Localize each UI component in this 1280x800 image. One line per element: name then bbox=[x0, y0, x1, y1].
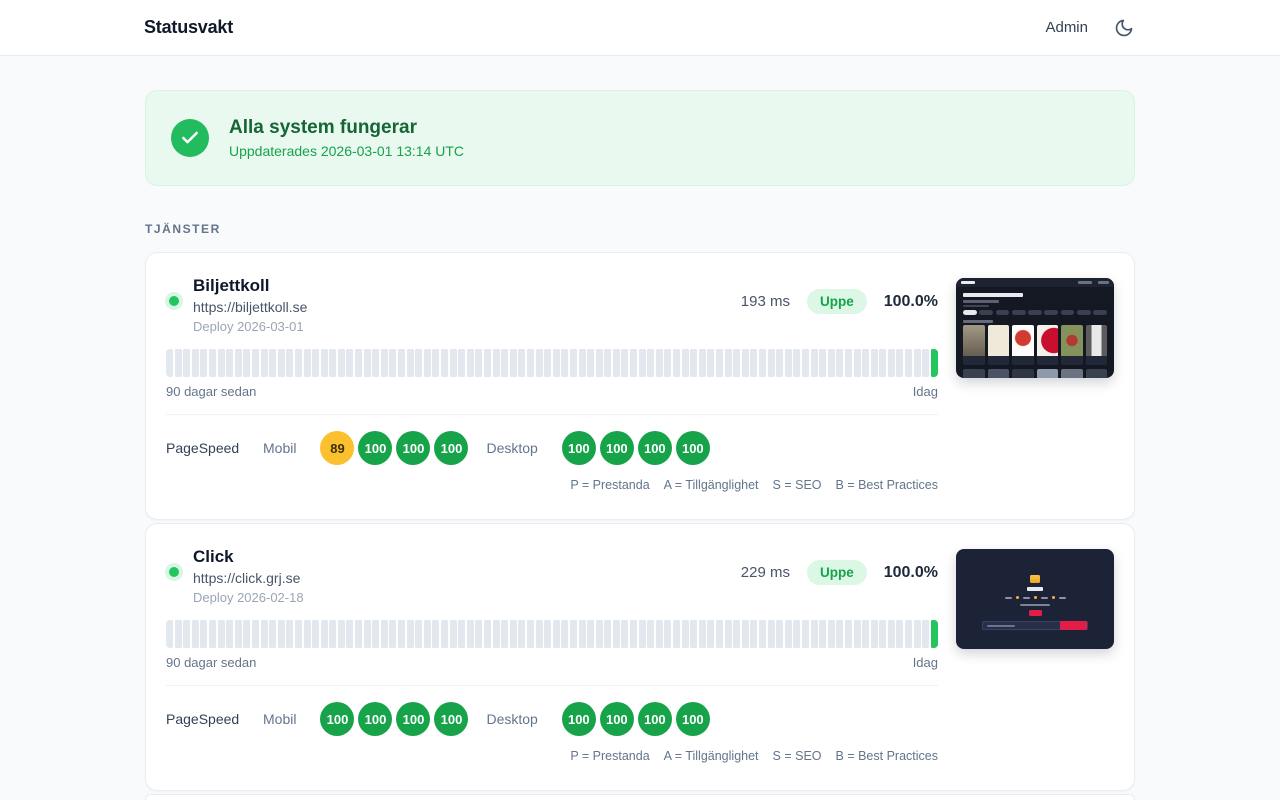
thumb-poster-grid bbox=[963, 325, 1107, 365]
card-divider bbox=[166, 685, 938, 686]
thumb-heading bbox=[963, 293, 1023, 297]
status-up-dot bbox=[169, 296, 179, 306]
pagespeed-score-mobile-p: 89 bbox=[320, 431, 355, 465]
pagespeed-score-mobile-b: 100 bbox=[434, 702, 469, 736]
system-status-banner: Alla system fungerar Uppdaterades 2026-0… bbox=[145, 90, 1135, 186]
pagespeed-score-desktop-a: 100 bbox=[599, 702, 634, 736]
uptime-percentage: 100.0% bbox=[883, 292, 938, 310]
pagespeed-score-desktop-s: 100 bbox=[637, 702, 672, 736]
pagespeed-legend: P = Prestanda A = Tillgänglighet S = SEO… bbox=[166, 749, 938, 763]
thumb-section-label bbox=[963, 320, 993, 323]
mobile-score-group: 89 100 100 100 bbox=[320, 431, 469, 465]
pagespeed-label: PageSpeed bbox=[166, 440, 240, 456]
banner-updated-timestamp: Uppdaterades 2026-03-01 13:14 UTC bbox=[229, 143, 465, 159]
check-icon bbox=[171, 119, 209, 157]
desktop-score-group: 100 100 100 100 bbox=[561, 431, 710, 465]
uptime-range-start-label: 90 dagar sedan bbox=[166, 655, 257, 670]
mobile-label: Mobil bbox=[263, 440, 297, 456]
mobile-label: Mobil bbox=[263, 711, 297, 727]
service-name: Biljettkoll bbox=[193, 276, 270, 295]
pagespeed-score-mobile-b: 100 bbox=[434, 431, 469, 465]
service-card-partial bbox=[145, 794, 1135, 800]
thumb-title bbox=[1027, 587, 1043, 591]
status-badge: Uppe bbox=[806, 560, 867, 585]
service-deploy-date: Deploy 2026-02-18 bbox=[193, 590, 304, 605]
service-card-list: Biljettkoll https://biljettkoll.se Deplo… bbox=[145, 252, 1135, 800]
desktop-score-group: 100 100 100 100 bbox=[561, 702, 710, 736]
service-url-link[interactable]: https://biljettkoll.se bbox=[193, 299, 307, 315]
service-card: Click https://click.grj.se Deploy 2026-0… bbox=[145, 523, 1135, 791]
pagespeed-score-desktop-a: 100 bbox=[599, 431, 634, 465]
thumb-subtext bbox=[963, 305, 989, 307]
legend-item: S = SEO bbox=[772, 749, 822, 763]
service-thumbnail[interactable] bbox=[956, 278, 1114, 378]
pagespeed-score-mobile-a: 100 bbox=[358, 431, 393, 465]
thumb-input-bar bbox=[982, 621, 1088, 630]
pagespeed-score-desktop-s: 100 bbox=[637, 431, 672, 465]
thumb-poster-grid-row2 bbox=[963, 369, 1107, 378]
uptime-range-end-label: Idag bbox=[912, 655, 938, 670]
pagespeed-label: PageSpeed bbox=[166, 711, 240, 727]
pagespeed-score-desktop-b: 100 bbox=[675, 702, 710, 736]
uptime-history-bars bbox=[166, 349, 938, 377]
service-thumbnail[interactable] bbox=[956, 549, 1114, 649]
pagespeed-score-desktop-p: 100 bbox=[561, 431, 596, 465]
service-name: Click bbox=[193, 547, 234, 566]
thumb-filter-chips bbox=[963, 310, 1108, 315]
thumb-logo bbox=[1030, 575, 1040, 583]
top-bar: Statusvakt Admin bbox=[0, 0, 1280, 56]
legend-item: B = Best Practices bbox=[835, 478, 938, 492]
thumb-subtext bbox=[1020, 604, 1050, 606]
thumb-button bbox=[1028, 610, 1042, 616]
legend-item: B = Best Practices bbox=[835, 749, 938, 763]
legend-item: S = SEO bbox=[772, 478, 822, 492]
card-divider bbox=[166, 414, 938, 415]
services-section-label: TJÄNSTER bbox=[145, 222, 221, 236]
uptime-percentage: 100.0% bbox=[883, 563, 938, 581]
uptime-range-start-label: 90 dagar sedan bbox=[166, 384, 257, 399]
response-time: 229 ms bbox=[740, 564, 790, 581]
legend-item: P = Prestanda bbox=[570, 478, 650, 492]
main-content: Alla system fungerar Uppdaterades 2026-0… bbox=[145, 90, 1135, 800]
thumb-meta-row bbox=[1004, 596, 1066, 599]
uptime-history-bars bbox=[166, 620, 938, 648]
service-deploy-date: Deploy 2026-03-01 bbox=[193, 319, 304, 334]
status-badge: Uppe bbox=[806, 289, 867, 314]
pagespeed-score-mobile-a: 100 bbox=[358, 702, 393, 736]
response-time: 193 ms bbox=[740, 293, 790, 310]
moon-icon bbox=[1114, 18, 1134, 38]
pagespeed-score-desktop-p: 100 bbox=[561, 702, 596, 736]
service-url-link[interactable]: https://click.grj.se bbox=[193, 570, 304, 586]
desktop-label: Desktop bbox=[486, 440, 538, 456]
thumb-subtext bbox=[963, 300, 999, 303]
pagespeed-legend: P = Prestanda A = Tillgänglighet S = SEO… bbox=[166, 478, 938, 492]
legend-item: P = Prestanda bbox=[570, 749, 650, 763]
desktop-label: Desktop bbox=[486, 711, 538, 727]
app-title: Statusvakt bbox=[144, 17, 234, 37]
admin-link[interactable]: Admin bbox=[1045, 19, 1088, 36]
thumb-nav-bar bbox=[956, 278, 1114, 287]
banner-title: Alla system fungerar bbox=[229, 117, 417, 138]
legend-item: A = Tillgänglighet bbox=[663, 749, 759, 763]
mobile-score-group: 100 100 100 100 bbox=[320, 702, 469, 736]
status-up-dot bbox=[169, 567, 179, 577]
pagespeed-score-desktop-b: 100 bbox=[675, 431, 710, 465]
theme-toggle-button[interactable] bbox=[1112, 16, 1136, 40]
pagespeed-score-mobile-s: 100 bbox=[396, 702, 431, 736]
uptime-range-end-label: Idag bbox=[912, 384, 938, 399]
service-card: Biljettkoll https://biljettkoll.se Deplo… bbox=[145, 252, 1135, 520]
pagespeed-score-mobile-s: 100 bbox=[396, 431, 431, 465]
legend-item: A = Tillgänglighet bbox=[663, 478, 759, 492]
pagespeed-score-mobile-p: 100 bbox=[320, 702, 355, 736]
